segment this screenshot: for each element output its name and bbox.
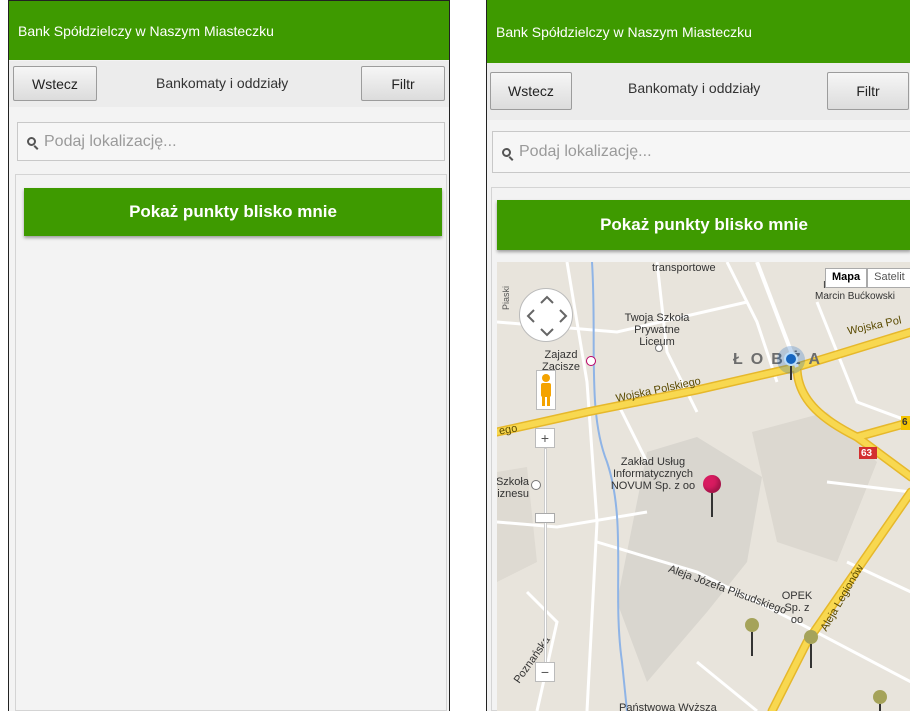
- filter-button[interactable]: Filtr: [827, 72, 909, 110]
- pegman-icon: [541, 374, 551, 406]
- app-screen-initial: Bank Spółdzielczy w Naszym Miasteczku Ws…: [8, 0, 450, 711]
- page-title: Bankomaty i oddziały: [628, 80, 761, 96]
- page-title: Bankomaty i oddziały: [156, 75, 289, 91]
- school-poi-icon[interactable]: [655, 344, 663, 352]
- location-pin-stem: [790, 366, 792, 380]
- results-panel: Pokaż punkty blisko mnie: [15, 174, 447, 711]
- back-button[interactable]: Wstecz: [490, 72, 572, 110]
- map-label-transport: transportowe: [652, 262, 716, 274]
- school-poi-icon[interactable]: [531, 480, 541, 490]
- map-label-university: Państwowa Wyższa: [619, 702, 717, 711]
- map-label-company: Zakład Usług Informatycznych NOVUM Sp. z…: [610, 456, 696, 492]
- search-input[interactable]: Podaj lokalizację...: [17, 122, 445, 161]
- zoom-slider-handle[interactable]: [535, 513, 555, 523]
- pan-arrows-icon: [526, 295, 568, 337]
- street-view-pegman[interactable]: [536, 370, 556, 410]
- search-icon: [502, 147, 511, 157]
- map-type-satellite-button[interactable]: Satelit: [867, 268, 910, 288]
- pan-control[interactable]: [519, 288, 573, 342]
- map-view[interactable]: 63 6 transportowe Piaski Twoja Szkoła Pr…: [497, 262, 910, 711]
- branch-marker-stem: [711, 493, 713, 517]
- search-icon: [27, 137, 36, 146]
- search-placeholder: Podaj lokalizację...: [44, 132, 177, 150]
- map-type-map-button[interactable]: Mapa: [825, 268, 868, 288]
- map-type-control: Mapa Satelit: [825, 268, 910, 288]
- zoom-in-button[interactable]: +: [535, 428, 555, 448]
- app-title: Bank Spółdzielczy w Naszym Miasteczku: [496, 23, 752, 40]
- app-header: Bank Spółdzielczy w Naszym Miasteczku: [487, 0, 910, 63]
- zoom-out-button[interactable]: −: [535, 662, 555, 682]
- app-title: Bank Spółdzielczy w Naszym Miasteczku: [18, 22, 274, 39]
- location-dot-icon: [784, 352, 798, 366]
- app-screen-map: Bank Spółdzielczy w Naszym Miasteczku Ws…: [486, 0, 910, 711]
- map-label-opek: OPEK Sp. z oo: [781, 590, 813, 626]
- atm-marker-pin[interactable]: [873, 690, 887, 704]
- filter-button[interactable]: Filtr: [361, 66, 445, 101]
- hotel-poi-icon[interactable]: [586, 356, 596, 366]
- toolbar: Wstecz Bankomaty i oddziały Filtr: [9, 61, 449, 107]
- map-label-person: Marcin Bućkowski: [815, 291, 896, 302]
- atm-marker-stem: [810, 644, 812, 668]
- map-label-school: Twoja Szkoła Prywatne Liceum: [624, 312, 690, 348]
- zoom-slider-track[interactable]: [544, 448, 547, 668]
- show-nearby-button[interactable]: Pokaż punkty blisko mnie: [24, 188, 442, 236]
- current-location-marker[interactable]: [777, 346, 805, 380]
- toolbar: Wstecz Bankomaty i oddziały Filtr: [487, 63, 910, 120]
- search-input[interactable]: Podaj lokalizację...: [492, 131, 910, 173]
- atm-marker-stem: [879, 704, 881, 711]
- search-placeholder: Podaj lokalizację...: [519, 143, 652, 160]
- map-label-business-school: Szkoła Biznesu: [497, 476, 529, 500]
- app-header: Bank Spółdzielczy w Naszym Miasteczku: [9, 0, 449, 60]
- road-number-6: 6: [902, 417, 908, 428]
- map-label-piaski: Piaski: [501, 286, 511, 311]
- atm-marker-stem: [751, 632, 753, 656]
- branch-marker-pin[interactable]: [703, 475, 721, 493]
- show-nearby-button[interactable]: Pokaż punkty blisko mnie: [497, 200, 910, 250]
- atm-marker-pin[interactable]: [804, 630, 818, 644]
- back-button[interactable]: Wstecz: [13, 66, 97, 101]
- road-number-63: 63: [861, 448, 873, 459]
- atm-marker-pin[interactable]: [745, 618, 759, 632]
